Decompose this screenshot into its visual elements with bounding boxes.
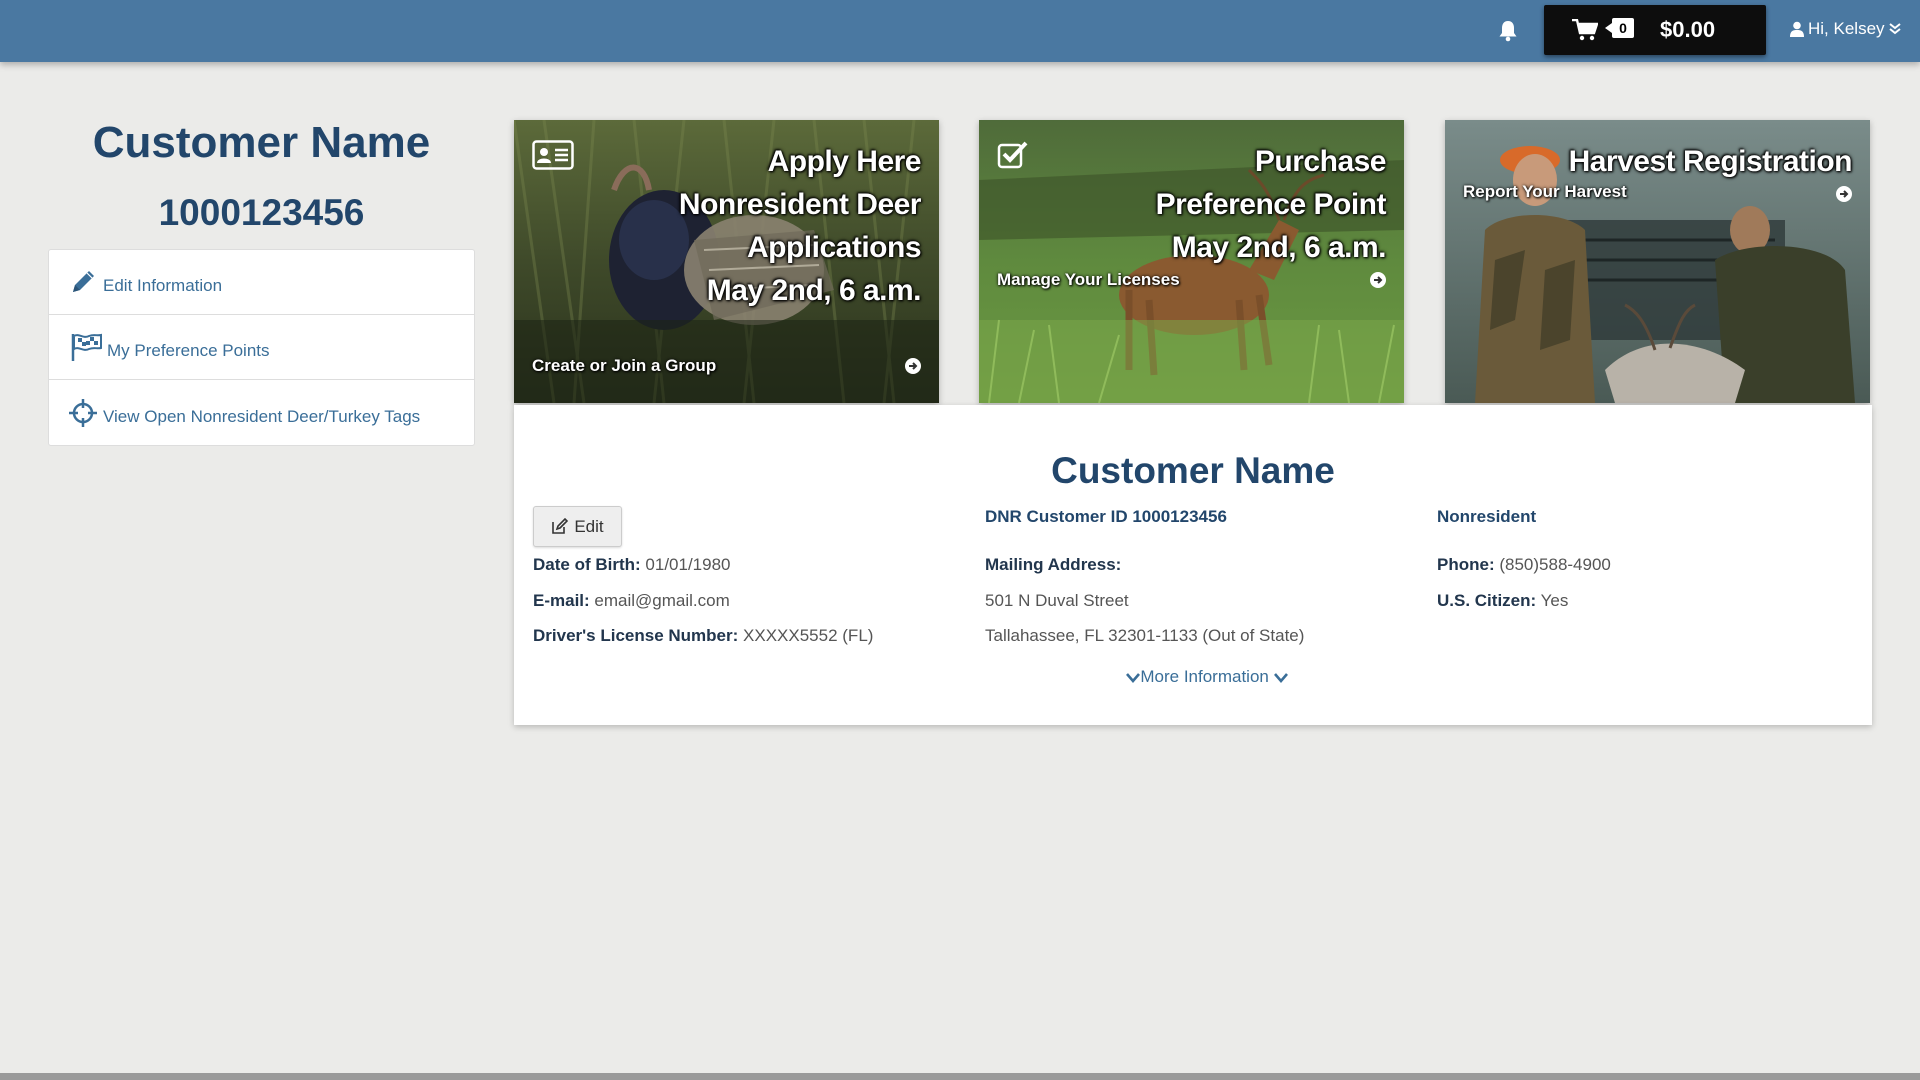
- circle-arrow-right-icon[interactable]: [905, 358, 921, 374]
- sidebar-item-preference-points[interactable]: My Preference Points: [49, 315, 474, 380]
- user-menu[interactable]: Hi, Kelsey: [1790, 19, 1901, 39]
- chevron-down-icon: [1273, 672, 1288, 683]
- crosshair-icon: [69, 398, 97, 427]
- mailing-label: Mailing Address:: [985, 555, 1122, 574]
- more-information-toggle[interactable]: More Information: [514, 667, 1900, 687]
- flag-icon: [71, 333, 102, 361]
- dob-value: 01/01/1980: [645, 555, 731, 574]
- tile-title-line: Preference Point: [1155, 188, 1387, 221]
- address-line-1: 501 N Duval Street: [985, 591, 1129, 610]
- tile-title-line: May 2nd, 6 a.m.: [1171, 231, 1387, 264]
- drivers-license-label: Driver's License Number:: [533, 626, 739, 645]
- citizen-label: U.S. Citizen:: [1437, 591, 1537, 610]
- more-information-label: More Information: [1140, 667, 1269, 686]
- email-label: E-mail:: [533, 591, 590, 610]
- cart-count-badge: 0: [1605, 18, 1634, 38]
- sidebar-item-open-tags[interactable]: View Open Nonresident Deer/Turkey Tags: [49, 380, 474, 445]
- tile-title-line: Harvest Registration: [1568, 145, 1853, 178]
- cart-button[interactable]: 0 $0.00: [1544, 5, 1766, 55]
- shopping-cart-icon: [1572, 19, 1598, 41]
- sidebar-item-label: View Open Nonresident Deer/Turkey Tags: [103, 406, 421, 426]
- dob-field: Date of Birth: 01/01/1980: [533, 555, 731, 575]
- tile-title: Purchase Preference Point May 2nd, 6 a.m…: [1155, 140, 1387, 269]
- mailing-address-label: Mailing Address:: [985, 555, 1121, 575]
- tile-title-line: Applications: [746, 231, 922, 264]
- address-line-2: Tallahassee, FL 32301-1133 (Out of State…: [985, 626, 1305, 645]
- tile-title-line: Purchase: [1254, 145, 1387, 178]
- manage-licenses-link[interactable]: Manage Your Licenses: [997, 270, 1180, 290]
- tile-title-line: Apply Here: [767, 145, 922, 178]
- circle-arrow-right-icon[interactable]: [1836, 186, 1852, 202]
- email-value: email@gmail.com: [594, 591, 730, 610]
- pencil-icon: [73, 271, 94, 292]
- tile-apply-nonresident-deer[interactable]: Apply Here Nonresident Deer Applications…: [514, 120, 939, 403]
- phone-field: Phone: (850)588-4900: [1437, 555, 1611, 575]
- customer-info-card: Customer Name Edit Date of Birth: 01/01/…: [514, 405, 1872, 725]
- user-icon: [1790, 21, 1804, 37]
- create-join-group-link[interactable]: Create or Join a Group: [532, 356, 716, 376]
- user-greeting: Hi, Kelsey: [1808, 19, 1885, 38]
- sidebar-item-label: Edit Information: [103, 276, 223, 295]
- dnr-customer-id: DNR Customer ID 1000123456: [985, 507, 1227, 526]
- drivers-license-field: Driver's License Number: XXXXX5552 (FL): [533, 626, 873, 646]
- sidebar-menu: Edit Information My Preference Points Vi…: [48, 249, 475, 446]
- chevron-down-icon: [1126, 672, 1141, 683]
- sidebar-item-label: My Preference Points: [107, 341, 270, 360]
- tile-harvest-registration[interactable]: Harvest Registration Report Your Harvest: [1445, 120, 1870, 403]
- circle-arrow-right-icon[interactable]: [1370, 272, 1386, 288]
- id-card-icon: [532, 140, 574, 170]
- bottom-border: [0, 1073, 1920, 1080]
- cart-total: $0.00: [1660, 17, 1716, 42]
- dob-label: Date of Birth:: [533, 555, 641, 574]
- email-field: E-mail: email@gmail.com: [533, 591, 730, 611]
- checkbox-icon: [997, 141, 1028, 169]
- edit-button[interactable]: Edit: [533, 506, 622, 547]
- tile-title: Apply Here Nonresident Deer Applications…: [678, 140, 922, 312]
- drivers-license-value: XXXXX5552 (FL): [743, 626, 874, 645]
- phone-value: (850)588-4900: [1499, 555, 1611, 574]
- edit-button-label: Edit: [574, 516, 604, 536]
- citizen-field: U.S. Citizen: Yes: [1437, 591, 1568, 611]
- phone-label: Phone:: [1437, 555, 1495, 574]
- card-title: Customer Name: [1051, 450, 1335, 491]
- citizen-value: Yes: [1540, 591, 1569, 610]
- sidebar-item-edit-information[interactable]: Edit Information: [49, 250, 474, 315]
- bell-icon[interactable]: [1498, 20, 1518, 42]
- double-chevron-down-icon: [1888, 23, 1901, 35]
- customer-id-heading: 1000123456: [158, 192, 365, 233]
- tile-title-line: Nonresident Deer: [678, 188, 922, 221]
- tile-title: Harvest Registration: [1568, 140, 1853, 183]
- residency-status: Nonresident: [1437, 507, 1537, 526]
- tile-title-line: May 2nd, 6 a.m.: [706, 274, 922, 307]
- tile-purchase-preference-point[interactable]: Purchase Preference Point May 2nd, 6 a.m…: [979, 120, 1404, 403]
- top-navbar: 0 $0.00 Hi, Kelsey: [0, 0, 1920, 62]
- customer-name-heading: Customer Name: [92, 118, 431, 167]
- report-harvest-link[interactable]: Report Your Harvest: [1463, 182, 1627, 202]
- edit-icon: [552, 518, 569, 534]
